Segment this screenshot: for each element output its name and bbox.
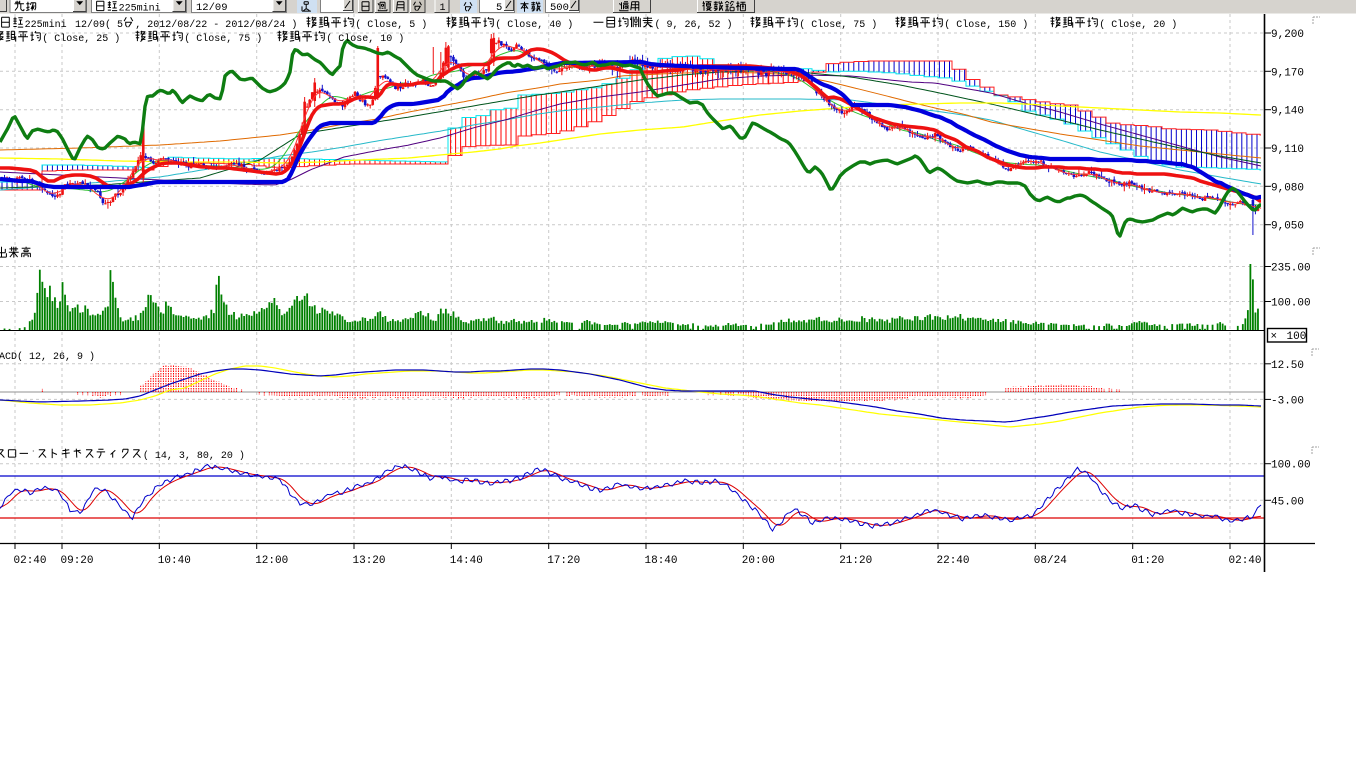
svg-text:12:00: 12:00 xyxy=(255,555,288,567)
svg-text:18:40: 18:40 xyxy=(645,555,678,567)
svg-text:9,080: 9,080 xyxy=(1271,182,1304,194)
svg-text:( 14, 3, 80, 20 ): ( 14, 3, 80, 20 ) xyxy=(143,450,245,462)
svg-text:02:40: 02:40 xyxy=(14,555,47,567)
svg-text:( Close, 40 ): ( Close, 40 ) xyxy=(495,19,573,31)
svg-text:100.00: 100.00 xyxy=(1271,460,1311,472)
svg-text:( Close, 25 ): ( Close, 25 ) xyxy=(42,33,120,45)
svg-text:500: 500 xyxy=(550,2,569,14)
svg-text:( Close, 75 ): ( Close, 75 ) xyxy=(799,19,877,31)
svg-text:( Close, 5 ): ( Close, 5 ) xyxy=(355,19,427,31)
svg-text:( 9, 26, 52 ): ( 9, 26, 52 ) xyxy=(655,19,733,31)
svg-text:9,050: 9,050 xyxy=(1271,221,1304,233)
svg-text:, 2012/08/22 - 2012/08/24 ): , 2012/08/22 - 2012/08/24 ) xyxy=(135,19,297,31)
svg-text:×: × xyxy=(1271,331,1278,343)
svg-text:( Close, 20 ): ( Close, 20 ) xyxy=(1099,19,1177,31)
svg-text:13:20: 13:20 xyxy=(353,555,386,567)
svg-text:9,110: 9,110 xyxy=(1271,144,1304,156)
svg-text:21:20: 21:20 xyxy=(839,555,872,567)
svg-text:14:40: 14:40 xyxy=(450,555,483,567)
svg-text:9,200: 9,200 xyxy=(1271,29,1304,41)
svg-text:MACD( 12, 26, 9 ): MACD( 12, 26, 9 ) xyxy=(0,351,95,363)
svg-text:45.00: 45.00 xyxy=(1271,496,1304,508)
svg-text:02:40: 02:40 xyxy=(1229,555,1262,567)
svg-text:1: 1 xyxy=(440,3,446,14)
svg-text:10:40: 10:40 xyxy=(158,555,191,567)
svg-text:9,140: 9,140 xyxy=(1271,106,1304,118)
svg-text:5: 5 xyxy=(496,2,502,14)
svg-text:12/09: 12/09 xyxy=(196,2,228,14)
svg-text:( Close, 150 ): ( Close, 150 ) xyxy=(944,19,1028,31)
svg-text:-3.00: -3.00 xyxy=(1271,395,1304,407)
svg-text:9,170: 9,170 xyxy=(1271,67,1304,79)
svg-text:100: 100 xyxy=(1287,331,1307,343)
svg-text:17:20: 17:20 xyxy=(547,555,580,567)
svg-text:12.50: 12.50 xyxy=(1271,360,1304,372)
svg-text:( Close, 10 ): ( Close, 10 ) xyxy=(326,33,404,45)
svg-text:225mini: 225mini xyxy=(25,19,67,31)
svg-text:100.00: 100.00 xyxy=(1271,298,1311,310)
svg-text:01:20: 01:20 xyxy=(1131,555,1164,567)
svg-text:235.00: 235.00 xyxy=(1271,263,1311,275)
svg-text:225mini: 225mini xyxy=(119,3,161,15)
svg-text:09:20: 09:20 xyxy=(61,555,94,567)
svg-text:22:40: 22:40 xyxy=(937,555,970,567)
svg-text:12/09( 5: 12/09( 5 xyxy=(75,19,123,31)
svg-text:( Close, 75 ): ( Close, 75 ) xyxy=(184,33,262,45)
svg-text:08/24: 08/24 xyxy=(1034,555,1067,567)
svg-text:20:00: 20:00 xyxy=(742,555,775,567)
